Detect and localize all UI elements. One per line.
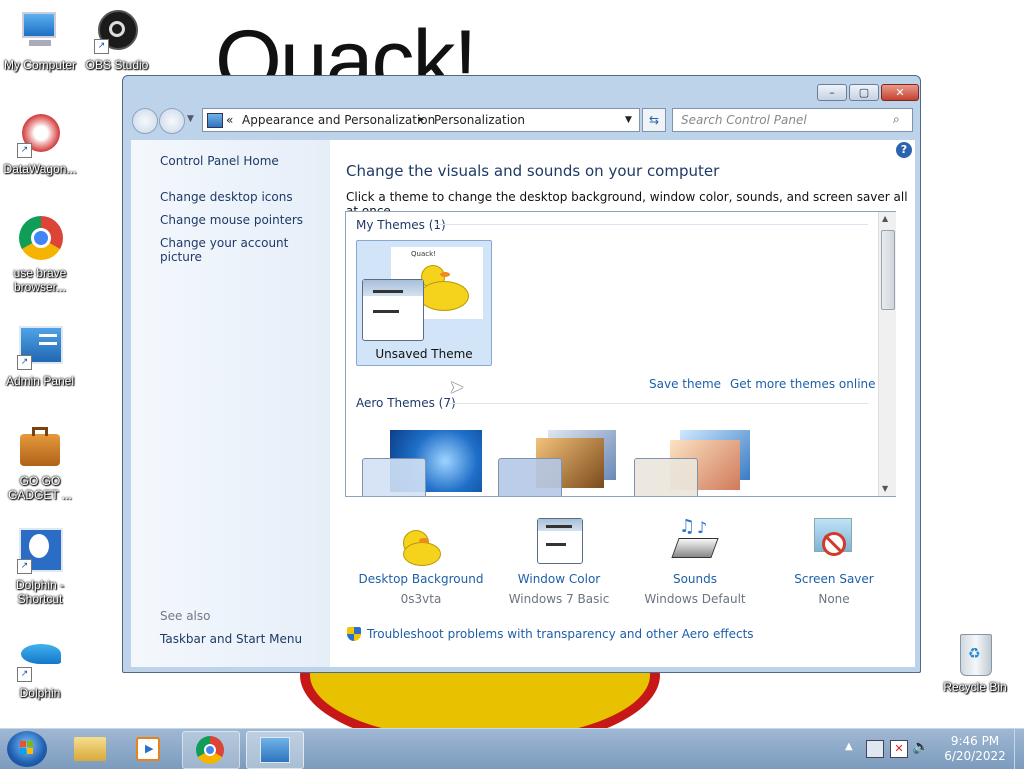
close-button[interactable]: ✕ [881, 84, 919, 101]
desktop-icon-brave-browser[interactable]: use brave browser... [0, 216, 80, 294]
desktop-background-value: 0s3vta [400, 592, 442, 606]
start-button[interactable] [7, 731, 47, 767]
unsaved-theme-label: Unsaved Theme [375, 347, 473, 361]
mouse-cursor-icon: ➤ [449, 377, 465, 398]
computer-icon [17, 8, 63, 54]
control-panel-window: – ▢ ✕ ▼ « Appearance and Personalization… [122, 75, 921, 673]
show-hidden-icons-button[interactable]: ▲ [845, 741, 853, 752]
page-title: Change the visuals and sounds on your co… [346, 162, 720, 180]
theme-list[interactable]: My Themes (1) Quack! Unsaved Theme Save … [345, 211, 896, 497]
desktop-background-setting[interactable]: Desktop Background 0s3vta [353, 516, 489, 606]
volume-icon[interactable]: 🔈 [912, 739, 929, 755]
screen-saver-value: None [818, 592, 850, 606]
my-themes-header: My Themes (1) [356, 218, 446, 232]
window-color-value: Windows 7 Basic [508, 592, 610, 606]
change-desktop-icons-link[interactable]: Change desktop icons [160, 190, 293, 204]
sounds-title[interactable]: Sounds [627, 572, 763, 586]
scroll-up-icon[interactable]: ▲ [882, 214, 888, 223]
back-button[interactable] [132, 108, 158, 134]
save-theme-link[interactable]: Save theme [649, 377, 721, 391]
unsaved-theme-tile[interactable]: Quack! Unsaved Theme [356, 240, 492, 366]
address-root-chevron[interactable]: « [226, 109, 233, 131]
refresh-icon[interactable]: ⇆ [642, 108, 666, 132]
breadcrumb-appearance[interactable]: Appearance and Personalization [242, 109, 435, 131]
desktop-background-icon [397, 516, 445, 566]
shield-icon [346, 626, 362, 642]
desktop-icon-obs-studio[interactable]: ↗ OBS Studio [77, 8, 157, 72]
personalization-content: ? Change the visuals and sounds on your … [330, 140, 915, 667]
chrome-icon [17, 216, 63, 262]
control-panel-icon [207, 113, 223, 128]
taskbar-chrome-button[interactable] [182, 731, 240, 769]
window-color-preview [362, 279, 424, 341]
taskbar-explorer-button[interactable] [62, 731, 118, 767]
help-icon[interactable]: ? [896, 142, 912, 158]
sounds-setting[interactable]: ♫ ♪ Sounds Windows Default [627, 516, 763, 606]
desktop-icon-dolphin-shortcut[interactable]: ↗ Dolphin - Shortcut [0, 528, 80, 606]
desktop-icon-go-go-gadget[interactable]: GO GO GADGET ... [0, 424, 80, 502]
recycle-bin-icon: ♻ [952, 630, 998, 676]
scrollbar-thumb[interactable] [881, 230, 895, 310]
screen-saver-setting[interactable]: Screen Saver None [766, 516, 902, 606]
forward-button[interactable] [159, 108, 185, 134]
admin-panel-icon: ↗ [17, 324, 63, 370]
control-panel-home-link[interactable]: Control Panel Home [160, 154, 279, 168]
address-dropdown-icon[interactable]: ▼ [625, 109, 632, 131]
taskbar: ▶ ▲ ✕ 🔈 9:46 PM 6/20/2022 [0, 728, 1024, 769]
desktop-icon-recycle-bin[interactable]: ♻ Recycle Bin [935, 630, 1015, 694]
desktop-icon-admin-panel[interactable]: ↗ Admin Panel [0, 324, 80, 388]
aero-themes-header: Aero Themes (7) [356, 396, 456, 410]
taskbar-media-player-button[interactable]: ▶ [120, 731, 176, 767]
briefcase-icon [17, 424, 63, 470]
search-input[interactable]: Search Control Panel [672, 108, 913, 132]
maximize-button[interactable]: ▢ [849, 84, 879, 101]
search-icon[interactable]: ⌕ [893, 112, 900, 127]
clock-time: 9:46 PM [950, 734, 1000, 748]
theme-list-scrollbar[interactable]: ▲ ▼ [878, 212, 896, 496]
change-account-picture-link[interactable]: Change your account picture [160, 236, 330, 264]
see-also-label: See also [160, 609, 211, 623]
breadcrumb-personalization[interactable]: Personalization [434, 109, 525, 131]
breadcrumb-separator[interactable]: ▸ [419, 109, 424, 131]
recent-pages-icon[interactable]: ▼ [187, 114, 194, 124]
aero-theme-windows7[interactable] [362, 430, 484, 496]
aero-theme-characters[interactable] [634, 430, 756, 496]
scroll-down-icon[interactable]: ▼ [882, 484, 888, 493]
change-mouse-pointers-link[interactable]: Change mouse pointers [160, 213, 303, 227]
control-panel-taskbar-icon [260, 737, 290, 763]
desktop-background-title[interactable]: Desktop Background [353, 572, 489, 586]
window-color-icon [535, 516, 583, 564]
action-center-icon[interactable]: ✕ [890, 740, 908, 758]
datawagon-icon: ↗ [17, 112, 63, 158]
desktop-icon-my-computer[interactable]: My Computer [0, 8, 80, 72]
thumb-quack-text: Quack! [411, 250, 436, 258]
window-color-title[interactable]: Window Color [491, 572, 627, 586]
taskbar-start-menu-link[interactable]: Taskbar and Start Menu [160, 632, 302, 646]
clock-date: 6/20/2022 [944, 749, 1006, 763]
left-navigation-pane: Control Panel Home Change desktop icons … [131, 140, 330, 667]
dolphin-icon: ↗ [17, 636, 63, 682]
show-desktop-button[interactable] [1014, 729, 1024, 769]
screen-saver-icon [810, 516, 858, 564]
aero-theme-architecture[interactable] [498, 430, 620, 496]
taskbar-control-panel-button[interactable] [246, 731, 304, 769]
sounds-icon: ♫ ♪ [671, 516, 719, 564]
minimize-button[interactable]: – [817, 84, 847, 101]
troubleshoot-link[interactable]: Troubleshoot problems with transparency … [367, 627, 754, 641]
get-more-themes-link[interactable]: Get more themes online [730, 377, 876, 391]
folder-icon [74, 737, 106, 761]
screen-saver-title[interactable]: Screen Saver [766, 572, 902, 586]
dolphin-mascot-icon: ↗ [17, 528, 63, 574]
desktop-icon-datawagon[interactable]: ↗ DataWagon... [0, 112, 80, 176]
network-icon[interactable] [866, 740, 884, 758]
sounds-value: Windows Default [644, 592, 746, 606]
obs-icon: ↗ [94, 8, 140, 54]
desktop-icon-dolphin[interactable]: ↗ Dolphin [0, 636, 80, 700]
window-color-setting[interactable]: Window Color Windows 7 Basic [491, 516, 627, 606]
clock[interactable]: 9:46 PM 6/20/2022 [940, 734, 1010, 763]
address-bar[interactable]: « Appearance and Personalization ▸ Perso… [202, 108, 640, 132]
